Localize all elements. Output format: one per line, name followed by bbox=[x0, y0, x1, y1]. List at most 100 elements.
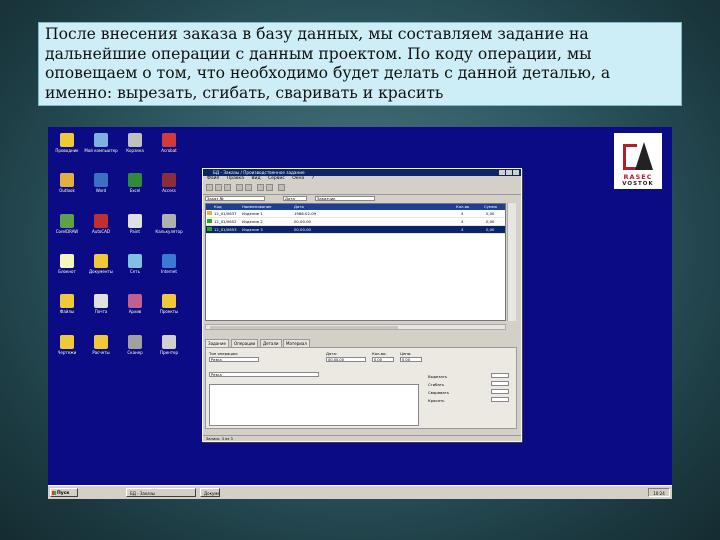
desktop-icon[interactable]: Документы bbox=[84, 253, 118, 274]
desktop-icon[interactable]: AutoCAD bbox=[84, 213, 118, 234]
desktop-icon[interactable]: Excel bbox=[118, 173, 152, 193]
order-filter-field[interactable]: Заказ № bbox=[205, 196, 265, 201]
desktop-icon-label: Paint bbox=[130, 228, 140, 234]
row-marker-icon bbox=[207, 219, 212, 223]
client-filter-field[interactable]: Заказчик bbox=[315, 196, 375, 201]
minimize-icon[interactable] bbox=[499, 170, 505, 175]
desktop-icon-label: Мой компьютер bbox=[84, 148, 118, 153]
desktop-icon[interactable]: Архив bbox=[118, 294, 152, 314]
app-icon bbox=[162, 253, 176, 268]
desktop-icon[interactable]: Сеть bbox=[118, 253, 152, 274]
desktop-icon[interactable]: Acrobat bbox=[152, 133, 186, 153]
desktop-icon[interactable]: Расчеты bbox=[84, 334, 118, 355]
tab-parts[interactable]: Детали bbox=[260, 339, 282, 347]
desktop-icon-label: Чертежи bbox=[57, 349, 77, 355]
desktop-icon-label: Acrobat bbox=[161, 148, 177, 153]
refresh-icon[interactable] bbox=[266, 184, 273, 191]
desktop-icon[interactable]: Internet bbox=[152, 253, 186, 274]
desktop-icon[interactable]: CorelDRAW bbox=[50, 213, 84, 234]
find-icon[interactable] bbox=[245, 184, 252, 191]
desktop-icon[interactable]: Принтер bbox=[152, 334, 186, 355]
desktop-icon[interactable]: Access bbox=[152, 173, 186, 193]
notes-textarea[interactable] bbox=[209, 384, 419, 426]
filter-icon[interactable] bbox=[257, 184, 264, 191]
desktop-icon[interactable]: Блокнот bbox=[50, 253, 84, 274]
desktop-icon[interactable]: Корзина bbox=[118, 133, 152, 153]
date-filter-field[interactable]: Дата bbox=[283, 196, 307, 201]
row-code: 12_01/0637 bbox=[214, 211, 237, 216]
desktop-icon-label: Калькулятор bbox=[155, 228, 183, 234]
taskbar-item-doc[interactable]: Документ bbox=[200, 488, 220, 497]
app-icon bbox=[60, 133, 74, 147]
menu-file[interactable]: Файл bbox=[207, 176, 219, 181]
tab-material[interactable]: Материал bbox=[283, 339, 310, 347]
desktop-icon[interactable]: Мой компьютер bbox=[84, 133, 118, 153]
taskbar-item-app[interactable]: БД - Заказы bbox=[126, 488, 196, 497]
save-icon[interactable] bbox=[224, 184, 231, 191]
start-button[interactable]: Пуск bbox=[50, 488, 78, 497]
maximize-icon[interactable] bbox=[506, 170, 512, 175]
menu-view[interactable]: Вид bbox=[251, 176, 260, 181]
date-field[interactable]: 00.00.00 bbox=[326, 357, 366, 362]
desktop-icon[interactable]: Файлы bbox=[50, 294, 84, 314]
desktop-icon[interactable]: Проекты bbox=[152, 294, 186, 314]
app-icon bbox=[162, 294, 176, 309]
app-icon bbox=[128, 173, 142, 188]
table-row[interactable]: 12_01/0652 Изделие 2 00.00.00 4 0,00 bbox=[206, 218, 505, 226]
row-marker-icon bbox=[207, 211, 212, 215]
tab-task[interactable]: Задание bbox=[205, 339, 229, 347]
delete-icon[interactable] bbox=[278, 184, 285, 191]
desktop-icon[interactable]: Outlook bbox=[50, 173, 84, 193]
table-vertical-scrollbar[interactable] bbox=[507, 203, 516, 321]
row-qty: 4 bbox=[461, 219, 464, 224]
price-field[interactable]: 0,00 bbox=[400, 357, 422, 362]
desktop-icon[interactable]: Сканер bbox=[118, 334, 152, 355]
operation-type-field[interactable]: Резка bbox=[209, 357, 259, 362]
tab-operations[interactable]: Операции bbox=[231, 339, 259, 347]
desktop-icon-label: Почта bbox=[94, 309, 108, 315]
app-icon bbox=[60, 334, 74, 349]
new-icon[interactable] bbox=[206, 184, 213, 191]
app-icon bbox=[128, 334, 142, 349]
op-cut-field[interactable] bbox=[491, 373, 509, 378]
desktop-icon[interactable]: Чертежи bbox=[50, 334, 84, 355]
menu-tools[interactable]: Сервис bbox=[268, 176, 285, 181]
table-horizontal-scrollbar[interactable] bbox=[205, 324, 506, 330]
print-icon[interactable] bbox=[236, 184, 243, 191]
row-code: 12_01/0653 bbox=[214, 227, 237, 232]
row-name: Изделие 2 bbox=[242, 219, 263, 224]
desktop-icon-label: Internet bbox=[161, 268, 177, 274]
detail-panel: Тип операции: Резка Дата: 00.00.00 Кол-в… bbox=[205, 347, 517, 429]
orders-table[interactable]: Код Наименование Дата Кол-во Сумма 12_01… bbox=[205, 203, 506, 321]
desktop-icon-label: Сканер bbox=[127, 349, 143, 355]
desktop-icon[interactable]: Paint bbox=[118, 213, 152, 234]
desktop-icon[interactable]: Почта bbox=[84, 294, 118, 314]
desktop-icon[interactable]: Проводник bbox=[50, 133, 84, 153]
desktop-icon-label: Блокнот bbox=[58, 268, 76, 274]
taskbar: Пуск БД - Заказы Документ 10:24 bbox=[48, 485, 672, 499]
desktop-icon[interactable]: Word bbox=[84, 173, 118, 193]
op-bend-field[interactable] bbox=[491, 381, 509, 386]
desktop-icon-label: Корзина bbox=[126, 148, 144, 153]
row-date: 1988-02-09 bbox=[294, 211, 317, 216]
op-weld-field[interactable] bbox=[491, 389, 509, 394]
row-code: 12_01/0652 bbox=[214, 219, 237, 224]
op-paint-field[interactable] bbox=[491, 397, 509, 402]
toolbar bbox=[203, 182, 521, 195]
app-icon bbox=[162, 173, 176, 188]
open-icon[interactable] bbox=[215, 184, 222, 191]
menu-help[interactable]: ? bbox=[312, 176, 314, 181]
menu-edit[interactable]: Правка bbox=[227, 176, 244, 181]
app-titlebar[interactable]: БД - Заказы / Производственное задание bbox=[203, 169, 521, 176]
operation-select[interactable]: Резка bbox=[209, 372, 319, 377]
desktop: Проводник Мой компьютер Корзина Acrobat Outl… bbox=[48, 127, 672, 499]
close-icon[interactable] bbox=[513, 170, 519, 175]
table-row-selected[interactable]: 12_01/0653 Изделие 3 00.00.00 4 0,00 bbox=[206, 226, 505, 234]
table-row[interactable]: 12_01/0637 Изделие 1 1988-02-09 4 0,00 bbox=[206, 210, 505, 218]
desktop-icon-label: Принтер bbox=[159, 349, 179, 355]
desktop-icon-label: Расчеты bbox=[92, 349, 110, 355]
app-window[interactable]: БД - Заказы / Производственное задание Ф… bbox=[202, 168, 522, 442]
desktop-icon[interactable]: Калькулятор bbox=[152, 213, 186, 234]
menu-window[interactable]: Окно bbox=[292, 176, 304, 181]
count-field[interactable]: 0,00 bbox=[372, 357, 394, 362]
